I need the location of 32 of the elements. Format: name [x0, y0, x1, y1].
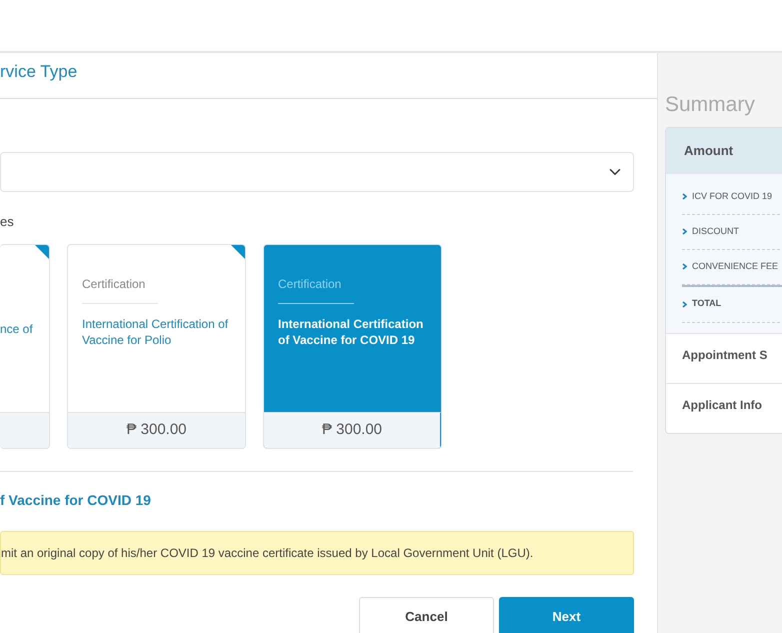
- section-label: es: [0, 213, 15, 231]
- chevron-icon: [682, 193, 687, 200]
- cancel-button[interactable]: Cancel: [359, 596, 494, 633]
- summary-section-title[interactable]: Applicant Info: [682, 398, 762, 412]
- next-button[interactable]: Next: [499, 596, 634, 633]
- card-title: International Certification of Vaccine for Polio: [82, 316, 230, 348]
- chevron-icon: [682, 228, 687, 235]
- chevron-icon: [682, 263, 687, 270]
- amount-header: Amount: [666, 128, 782, 174]
- service-card[interactable]: Certification International Certification of Vaccine for COVID 19 ₱ 300.00: [263, 244, 442, 448]
- section-title: rvice Type: [0, 53, 657, 99]
- corner-triangle-icon: [231, 244, 245, 258]
- notice-text: mit an original copy of his/her COVID 19 vaccine certificate issued by Local Government Unit (LGU).: [0, 530, 634, 574]
- summary-item-label: ICV FOR COVID 19: [692, 190, 772, 203]
- card-price: ₱ 300.00: [126, 420, 187, 438]
- summary-title: Summary: [665, 92, 756, 118]
- corner-triangle-icon: [35, 244, 49, 258]
- summary-item-label: TOTAL: [692, 297, 722, 310]
- card-category: Certification: [278, 274, 354, 304]
- summary-item-label: DISCOUNT: [692, 224, 739, 238]
- dropdown-field[interactable]: [0, 152, 634, 192]
- service-card[interactable]: nce of: [0, 244, 50, 448]
- card-footer: [0, 412, 49, 448]
- summary-section-title[interactable]: Appointment S: [682, 348, 768, 362]
- summary-item-label: CONVENIENCE FEE: [692, 260, 778, 273]
- card-title: International Certification of Vaccine for COVID 19: [278, 316, 424, 348]
- card-price: ₱ 300.00: [322, 420, 382, 438]
- chevron-icon: [682, 300, 687, 308]
- selected-service-heading: f Vaccine for COVID 19: [0, 490, 152, 510]
- card-category: Certification: [82, 274, 158, 304]
- service-card[interactable]: Certification International Certification of Vaccine for Polio ₱ 300.00: [67, 244, 246, 448]
- card-title: nce of: [0, 320, 34, 336]
